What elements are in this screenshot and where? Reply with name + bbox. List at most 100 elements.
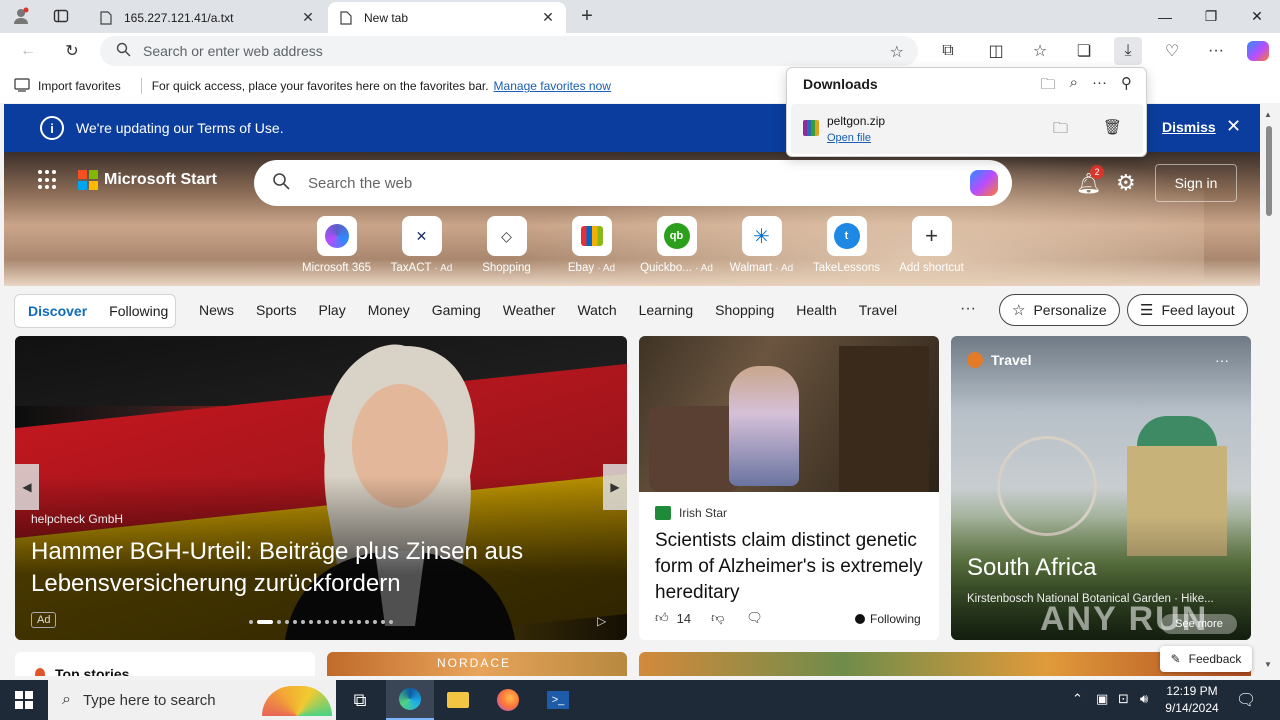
scroll-thumb[interactable] bbox=[1266, 126, 1272, 216]
edge-browser-icon[interactable] bbox=[386, 680, 434, 720]
category-shopping[interactable]: Shopping bbox=[715, 302, 774, 318]
taskbar-search-input[interactable]: ⌕ Type here to search bbox=[48, 680, 336, 720]
windows-start-icon[interactable] bbox=[0, 680, 48, 720]
restore-icon[interactable]: ❐ bbox=[1188, 0, 1234, 33]
shortcut-quickbooks[interactable]: qb Quickbo... · Ad bbox=[634, 216, 719, 274]
tab-new-tab[interactable]: New tab ✕ bbox=[328, 2, 566, 33]
carousel-next-icon[interactable]: ▶ bbox=[603, 464, 627, 510]
minimize-icon[interactable]: — bbox=[1142, 0, 1188, 33]
tab-actions-icon[interactable] bbox=[48, 4, 74, 28]
carousel-indicator[interactable] bbox=[249, 620, 393, 624]
category-gaming[interactable]: Gaming bbox=[432, 302, 481, 318]
firefox-icon[interactable] bbox=[484, 680, 532, 720]
shortcut-walmart[interactable]: ✳ Walmart · Ad bbox=[719, 216, 804, 274]
category-health[interactable]: Health bbox=[796, 302, 836, 318]
dismiss-button[interactable]: Dismiss bbox=[1162, 119, 1216, 135]
personalize-button[interactable]: ☆ Personalize bbox=[999, 294, 1120, 326]
device-icon[interactable]: ▣ bbox=[1096, 691, 1108, 707]
settings-more-icon[interactable]: ··· bbox=[1202, 37, 1230, 65]
powershell-icon[interactable]: >_ bbox=[534, 680, 582, 720]
new-tab-plus-icon[interactable]: + bbox=[574, 4, 600, 28]
more-options-icon[interactable]: ··· bbox=[1215, 352, 1229, 368]
scroll-down-icon[interactable]: ▼ bbox=[1264, 660, 1272, 669]
comment-icon[interactable]: 🗨︎ bbox=[746, 610, 763, 626]
extensions-icon[interactable]: ⧉ bbox=[934, 37, 962, 65]
shortcut-takelessons[interactable]: t TakeLessons bbox=[804, 216, 889, 274]
nordace-ad-card[interactable]: NORDACE bbox=[327, 652, 627, 676]
manage-favorites-link[interactable]: Manage favorites now bbox=[494, 79, 611, 93]
category-weather[interactable]: Weather bbox=[503, 302, 556, 318]
top-stories-card[interactable]: Top stories bbox=[15, 652, 315, 676]
tab-discover[interactable]: Discover bbox=[28, 303, 87, 319]
copilot-icon[interactable] bbox=[1244, 37, 1272, 65]
notifications-center-icon[interactable]: 🗨︎ bbox=[1236, 690, 1256, 710]
add-shortcut-button[interactable]: + Add shortcut bbox=[889, 216, 974, 274]
ad-headline[interactable]: Hammer BGH-Urteil: Beiträge plus Zinsen … bbox=[31, 536, 591, 600]
category-learning[interactable]: Learning bbox=[639, 302, 694, 318]
file-explorer-icon[interactable] bbox=[434, 680, 482, 720]
app-launcher-icon[interactable] bbox=[38, 170, 58, 190]
profile-icon[interactable] bbox=[8, 4, 34, 28]
search-downloads-icon[interactable]: ⌕ bbox=[1070, 74, 1078, 99]
shortcut-taxact[interactable]: ✕ TaxACT · Ad bbox=[379, 216, 464, 274]
category-watch[interactable]: Watch bbox=[577, 302, 616, 318]
network-icon[interactable]: ⊡ bbox=[1118, 691, 1129, 707]
category-money[interactable]: Money bbox=[368, 302, 410, 318]
shortcut-microsoft-365[interactable]: Microsoft 365 bbox=[294, 216, 379, 274]
split-screen-icon[interactable]: ◫ bbox=[982, 37, 1010, 65]
sign-in-button[interactable]: Sign in bbox=[1155, 164, 1237, 202]
microsoft-start-logo[interactable]: Microsoft Start bbox=[38, 170, 217, 190]
delete-trash-icon[interactable]: 🗑︎ bbox=[1103, 118, 1122, 136]
taskbar-clock[interactable]: 12:19 PM 9/14/2024 bbox=[1160, 683, 1224, 717]
feed-layout-button[interactable]: ☰ Feed layout bbox=[1127, 294, 1248, 326]
browser-essentials-icon[interactable]: ♡ bbox=[1158, 37, 1186, 65]
favorite-star-icon[interactable]: ☆ bbox=[890, 42, 904, 62]
feedback-button[interactable]: ✎ Feedback bbox=[1160, 646, 1252, 672]
favorites-icon[interactable]: ☆ bbox=[1026, 37, 1054, 65]
downloads-icon[interactable]: ⤓ bbox=[1114, 37, 1142, 65]
download-item[interactable]: peltgon.zip Open file 🗀︎ 🗑︎ bbox=[791, 104, 1143, 154]
back-icon[interactable]: ← bbox=[14, 37, 42, 65]
category-play[interactable]: Play bbox=[318, 302, 345, 318]
collections-icon[interactable]: ❏ bbox=[1070, 37, 1098, 65]
article-title[interactable]: Scientists claim distinct genetic form o… bbox=[655, 528, 925, 606]
window-close-icon[interactable]: ✕ bbox=[1234, 0, 1280, 33]
more-categories-icon[interactable]: ··· bbox=[960, 300, 976, 318]
task-view-icon[interactable]: ⧉ bbox=[336, 680, 384, 720]
scroll-up-icon[interactable]: ▲ bbox=[1264, 110, 1272, 119]
open-file-link[interactable]: Open file bbox=[827, 132, 871, 144]
thumbs-up-icon[interactable]: 👍︎ bbox=[655, 610, 669, 626]
shortcut-ebay[interactable]: Ebay · Ad bbox=[549, 216, 634, 274]
news-card[interactable]: Irish Star Scientists claim distinct gen… bbox=[639, 336, 939, 640]
following-button[interactable]: Following bbox=[855, 612, 921, 626]
featured-ad-card[interactable]: helpcheck GmbH Hammer BGH-Urteil: Beiträ… bbox=[15, 336, 627, 640]
thumbs-down-icon[interactable]: 👎︎ bbox=[711, 610, 724, 626]
close-tab-icon[interactable]: ✕ bbox=[300, 9, 316, 26]
import-favorites-button[interactable]: Import favorites bbox=[14, 77, 121, 95]
adchoices-icon[interactable]: ▷ bbox=[597, 614, 606, 628]
destination-title[interactable]: South Africa bbox=[967, 554, 1096, 582]
category-news[interactable]: News bbox=[199, 302, 234, 318]
tab-a-txt[interactable]: 165.227.121.41/a.txt ✕ bbox=[88, 2, 326, 33]
shortcut-shopping[interactable]: ◇ Shopping bbox=[464, 216, 549, 274]
tab-following[interactable]: Following bbox=[109, 303, 168, 319]
category-travel[interactable]: Travel bbox=[859, 302, 897, 318]
notifications-bell-icon[interactable]: 🔔︎ 2 bbox=[1076, 165, 1104, 196]
pin-icon[interactable]: ⚲ bbox=[1121, 74, 1132, 99]
more-options-icon[interactable]: ··· bbox=[1092, 74, 1107, 99]
travel-card[interactable]: Travel ··· South Africa Kirstenbosch Nat… bbox=[951, 336, 1251, 640]
copilot-icon[interactable] bbox=[970, 170, 998, 196]
gear-icon[interactable]: ⚙ bbox=[1116, 170, 1136, 196]
tray-chevron-icon[interactable]: ⌃ bbox=[1072, 691, 1083, 707]
web-search-input[interactable]: Search the web bbox=[254, 160, 1012, 206]
address-bar[interactable]: Search or enter web address ☆ bbox=[100, 36, 918, 66]
open-downloads-folder-icon[interactable]: 🗀︎ bbox=[1041, 74, 1056, 99]
page-scrollbar[interactable]: ▲ ▼ bbox=[1260, 104, 1280, 676]
category-sports[interactable]: Sports bbox=[256, 302, 296, 318]
volume-icon[interactable]: 🔊︎ bbox=[1140, 691, 1148, 707]
refresh-icon[interactable]: ↻ bbox=[58, 37, 86, 65]
banner-close-icon[interactable]: ✕ bbox=[1226, 116, 1241, 137]
show-in-folder-icon[interactable]: 🗀︎ bbox=[1053, 118, 1068, 143]
carousel-prev-icon[interactable]: ◀ bbox=[15, 464, 39, 510]
close-tab-icon[interactable]: ✕ bbox=[540, 9, 556, 26]
